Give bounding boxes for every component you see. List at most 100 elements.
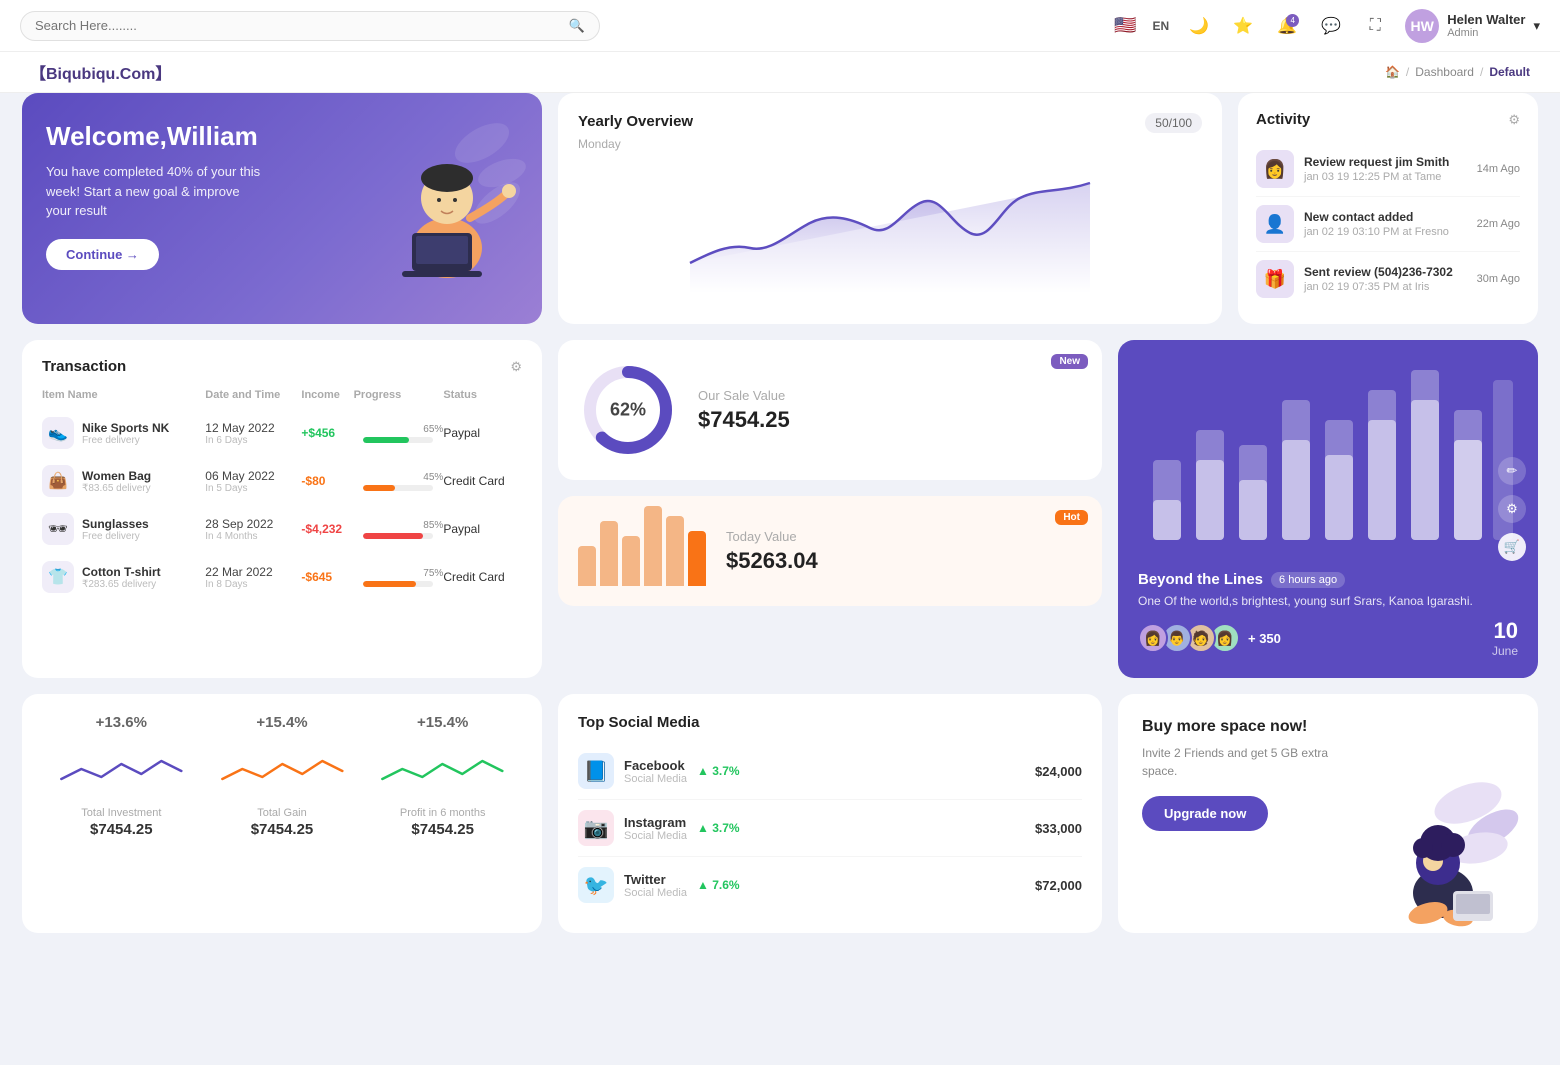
activity-item-title: Review request jim Smith <box>1304 155 1467 169</box>
transaction-settings-icon[interactable]: ⚙ <box>510 359 522 375</box>
activity-avatar: 👤 <box>1256 205 1294 243</box>
buy-space-desc: Invite 2 Friends and get 5 GB extra spac… <box>1142 744 1365 780</box>
item-days: In 5 Days <box>205 483 301 494</box>
social-type: Social Media <box>624 887 687 899</box>
item-income: -$4,232 <box>301 522 342 536</box>
table-row: 👟 Nike Sports NK Free delivery 12 May 20… <box>42 409 522 457</box>
activity-time: 22m Ago <box>1477 218 1520 230</box>
activity-content: Sent review (504)236-7302 jan 02 19 07:3… <box>1304 265 1467 293</box>
fullscreen-icon[interactable]: ⛶ <box>1361 12 1389 40</box>
hot-badge: Hot <box>1055 510 1088 525</box>
social-row: 🐦 Twitter Social Media ▲ 7.6% $72,000 <box>578 857 1082 913</box>
chart-settings-icon[interactable]: ⚙ <box>1498 495 1526 523</box>
progress-fill <box>363 437 409 443</box>
item-income: +$456 <box>301 426 335 440</box>
continue-button[interactable]: Continue → <box>46 239 159 270</box>
social-info: Facebook Social Media <box>624 758 687 785</box>
activity-avatar: 🎁 <box>1256 260 1294 298</box>
item-income: -$80 <box>301 474 325 488</box>
progress-fill <box>363 581 416 587</box>
progress-pct: 65% <box>354 424 444 435</box>
beyond-desc: One Of the world,s brightest, young surf… <box>1138 594 1518 608</box>
social-type: Social Media <box>624 773 687 785</box>
nav-icons: 🇺🇸 EN 🌙 ⭐ 🔔 4 💬 ⛶ HW Helen Walter Admin … <box>1114 9 1540 43</box>
breadcrumb-item-dashboard[interactable]: Dashboard <box>1415 65 1474 79</box>
social-name: Facebook <box>624 758 687 773</box>
progress-pct: 85% <box>354 520 444 531</box>
sale-amount: $7454.25 <box>698 407 1082 433</box>
chart-cart-icon[interactable]: 🛒 <box>1498 533 1526 561</box>
item-name: Cotton T-shirt <box>82 565 161 579</box>
mini-stat-label: Total Gain <box>257 807 307 819</box>
breadcrumb: 🏠 / Dashboard / Default <box>1385 65 1530 79</box>
search-bar[interactable]: 🔍 <box>20 11 600 41</box>
item-icon: 🕶 <box>42 513 74 545</box>
yearly-count: 50/100 <box>1145 113 1202 133</box>
table-row: 👜 Women Bag ₹83.65 delivery 06 May 2022 … <box>42 457 522 505</box>
chat-icon[interactable]: 💬 <box>1317 12 1345 40</box>
beyond-count: + 350 <box>1248 631 1281 646</box>
notification-badge: 4 <box>1286 14 1299 27</box>
home-icon[interactable]: 🏠 <box>1385 65 1400 79</box>
welcome-subtitle: You have completed 40% of your this week… <box>46 162 266 221</box>
today-amount: $5263.04 <box>726 548 1082 574</box>
language-label[interactable]: EN <box>1153 19 1170 33</box>
mini-stat-value: $7454.25 <box>411 821 474 838</box>
activity-item-sub: jan 02 19 03:10 PM at Fresno <box>1304 226 1467 238</box>
yearly-day: Monday <box>578 137 1202 151</box>
table-row: 🕶 Sunglasses Free delivery 28 Sep 2022 I… <box>42 505 522 553</box>
transaction-title: Transaction <box>42 358 126 375</box>
bar-chart-svg <box>1138 360 1518 560</box>
beyond-date: 10 June <box>1492 618 1518 658</box>
avatar: HW <box>1405 9 1439 43</box>
item-date: 28 Sep 2022 <box>205 517 301 531</box>
item-status: Credit Card <box>443 457 522 505</box>
star-icon[interactable]: ⭐ <box>1229 12 1257 40</box>
avatar-stack: 👩 👨 🧑 👩 + 350 <box>1138 623 1281 653</box>
top-navigation: 🔍 🇺🇸 EN 🌙 ⭐ 🔔 4 💬 ⛶ HW Helen Walter Admi… <box>0 0 1560 52</box>
today-bar <box>666 516 684 586</box>
mini-stat-label: Profit in 6 months <box>400 807 486 819</box>
item-sub: Free delivery <box>82 531 149 542</box>
sale-cards: New 62% Our Sale Value $7454.25 Hot Toda… <box>558 340 1102 678</box>
social-icon: 📷 <box>578 810 614 846</box>
social-type: Social Media <box>624 830 687 842</box>
buy-space-title: Buy more space now! <box>1142 718 1365 736</box>
activity-settings-icon[interactable]: ⚙ <box>1508 112 1520 128</box>
search-input[interactable] <box>35 18 561 33</box>
yearly-overview-card: Yearly Overview 50/100 Monday <box>558 93 1222 324</box>
mini-stat-pct: +15.4% <box>256 714 307 731</box>
mini-wave-chart <box>367 739 518 799</box>
social-name: Instagram <box>624 815 687 830</box>
progress-pct: 45% <box>354 472 444 483</box>
sale-label: Our Sale Value <box>698 388 1082 403</box>
item-icon: 👜 <box>42 465 74 497</box>
today-info: Today Value $5263.04 <box>726 529 1082 574</box>
social-info: Instagram Social Media <box>624 815 687 842</box>
today-bar <box>622 536 640 586</box>
mini-stat-item: +15.4% Profit in 6 months $7454.25 <box>367 714 518 913</box>
activity-time: 30m Ago <box>1477 273 1520 285</box>
upgrade-button[interactable]: Upgrade now <box>1142 796 1268 831</box>
mini-stat-pct: +13.6% <box>96 714 147 731</box>
today-bar <box>578 546 596 586</box>
chart-edit-icon[interactable]: ✏ <box>1498 457 1526 485</box>
theme-toggle-button[interactable]: 🌙 <box>1185 12 1213 40</box>
social-row: 📘 Facebook Social Media ▲ 3.7% $24,000 <box>578 743 1082 800</box>
activity-item-sub: jan 02 19 07:35 PM at Iris <box>1304 281 1467 293</box>
mini-stat-label: Total Investment <box>81 807 161 819</box>
notification-bell[interactable]: 🔔 4 <box>1273 12 1301 40</box>
yearly-chart <box>578 163 1202 293</box>
beyond-info: Beyond the Lines 6 hours ago One Of the … <box>1138 571 1518 658</box>
activity-item: 🎁 Sent review (504)236-7302 jan 02 19 07… <box>1256 252 1520 306</box>
mini-stat-value: $7454.25 <box>90 821 153 838</box>
user-menu[interactable]: HW Helen Walter Admin ▾ <box>1405 9 1540 43</box>
breadcrumb-sep2: / <box>1480 65 1483 79</box>
breadcrumb-item-default: Default <box>1489 65 1530 79</box>
item-name: Sunglasses <box>82 517 149 531</box>
today-value-card: Hot Today Value $5263.04 <box>558 496 1102 606</box>
brand-logo: 【Biqubiqu.Com】 <box>30 60 171 84</box>
item-icon: 👕 <box>42 561 74 593</box>
transaction-col-header: Status <box>443 389 522 409</box>
avatar-1: 👩 <box>1138 623 1168 653</box>
